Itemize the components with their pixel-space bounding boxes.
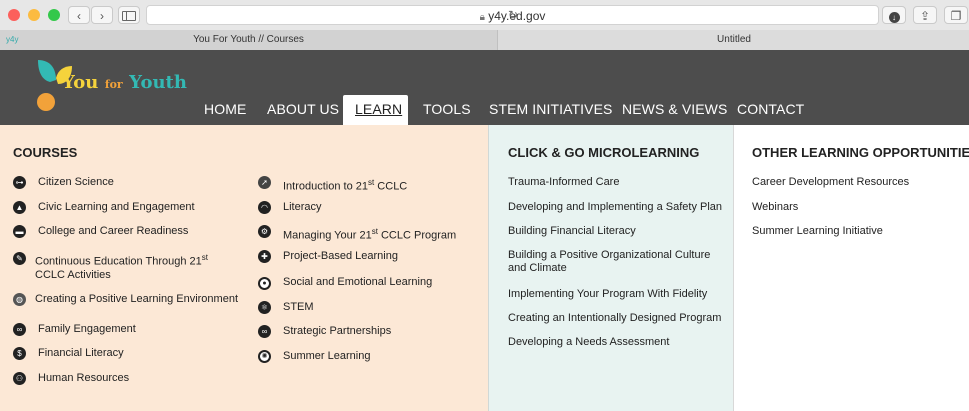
zoom-window-button[interactable] — [48, 9, 60, 21]
nav-about-us[interactable]: ABOUT US — [267, 101, 339, 117]
tabs-icon: ❐ — [950, 9, 962, 23]
sidebar-button[interactable] — [118, 6, 140, 24]
microlearning-safety-plan[interactable]: Developing and Implementing a Safety Pla… — [508, 201, 722, 214]
browser-titlebar: ‹ › 🔒︎ y4y.ed.gov ↻ ↓ ⇪ ❐ — [0, 0, 969, 31]
logo-word-youth: Youth — [129, 72, 187, 93]
tabs-overview-button[interactable]: ❐ — [944, 6, 968, 24]
share-button[interactable]: ⇪ — [913, 6, 937, 24]
other-webinars[interactable]: Webinars — [752, 201, 798, 214]
site-header: You for Youth HOME ABOUT US LEARN TOOLS … — [0, 50, 969, 125]
forward-button[interactable]: › — [91, 6, 113, 24]
nav-contact[interactable]: CONTACT — [737, 101, 804, 117]
tab-untitled[interactable]: Untitled — [497, 30, 969, 50]
atom-icon: ⚛ — [258, 301, 271, 314]
heart-icon: ● — [258, 277, 271, 290]
people-icon: ⚇ — [13, 372, 26, 385]
sun-icon: ✺ — [258, 350, 271, 363]
tab-bar: y4y You For Youth // Courses Untitled — [0, 30, 969, 51]
graduation-cap-icon: ▬ — [13, 225, 26, 238]
book-icon: ◠ — [258, 201, 271, 214]
minimize-window-button[interactable] — [28, 9, 40, 21]
microlearning-needs-assessment[interactable]: Developing a Needs Assessment — [508, 336, 669, 349]
close-window-button[interactable] — [8, 9, 20, 21]
lock-icon: 🔒︎ — [479, 12, 485, 23]
favicon-icon: y4y — [6, 35, 19, 44]
link-icon: ∞ — [258, 325, 271, 338]
chevron-right-icon: › — [100, 9, 104, 23]
courses-panel: COURSES ⊶ Citizen Science ▲ Civic Learni… — [0, 125, 488, 411]
coins-icon: $ — [13, 347, 26, 360]
nav-news-views[interactable]: NEWS & VIEWS — [622, 101, 727, 117]
downloads-button[interactable]: ↓ — [882, 6, 906, 24]
sidebar-icon — [122, 11, 136, 21]
microlearning-intentional-design[interactable]: Creating an Intentionally Designed Progr… — [508, 312, 721, 325]
nav-tools[interactable]: TOOLS — [423, 101, 471, 117]
microlearning-heading: CLICK & GO MICROLEARNING — [508, 145, 700, 160]
gears-icon: ⚙ — [258, 225, 271, 238]
reload-icon[interactable]: ↻ — [508, 8, 518, 22]
tab-courses[interactable]: y4y You For Youth // Courses — [0, 30, 497, 50]
site-logo[interactable]: You for Youth — [36, 56, 206, 116]
download-icon: ↓ — [888, 12, 900, 23]
globe-icon: ◍ — [13, 293, 26, 306]
nav-learn[interactable]: LEARN — [355, 101, 402, 117]
nav-stem-initiatives[interactable]: STEM INITIATIVES — [489, 101, 612, 117]
civic-icon: ▲ — [13, 201, 26, 214]
telescope-icon: ⊶ — [13, 176, 26, 189]
rocket-icon: ➚ — [258, 176, 271, 189]
share-icon: ⇪ — [919, 9, 931, 23]
microlearning-panel: CLICK & GO MICROLEARNING Trauma-Informed… — [488, 125, 733, 411]
link-icon: ∞ — [13, 323, 26, 336]
tab-label: You For Youth // Courses — [193, 34, 304, 45]
other-learning-panel: OTHER LEARNING OPPORTUNITIES Career Deve… — [733, 125, 969, 411]
chevron-left-icon: ‹ — [77, 9, 81, 23]
microlearning-trauma-informed-care[interactable]: Trauma-Informed Care — [508, 176, 619, 189]
logo-word-you: You — [62, 72, 99, 93]
address-bar[interactable]: 🔒︎ y4y.ed.gov ↻ — [146, 5, 879, 25]
microlearning-organizational-culture[interactable]: Building a Positive Organizational Cultu… — [508, 249, 710, 275]
logo-word-for: for — [104, 78, 123, 91]
lightbulb-icon: ✚ — [258, 250, 271, 263]
other-career-development[interactable]: Career Development Resources — [752, 176, 909, 189]
tab-label: Untitled — [717, 34, 751, 45]
microlearning-financial-literacy[interactable]: Building Financial Literacy — [508, 225, 636, 238]
other-learning-heading: OTHER LEARNING OPPORTUNITIES — [752, 145, 969, 160]
courses-heading: COURSES — [13, 145, 78, 160]
pencil-icon: ✎ — [13, 252, 26, 265]
back-button[interactable]: ‹ — [68, 6, 90, 24]
microlearning-program-fidelity[interactable]: Implementing Your Program With Fidelity — [508, 288, 707, 301]
nav-home[interactable]: HOME — [204, 101, 246, 117]
other-summer-learning-initiative[interactable]: Summer Learning Initiative — [752, 225, 883, 238]
